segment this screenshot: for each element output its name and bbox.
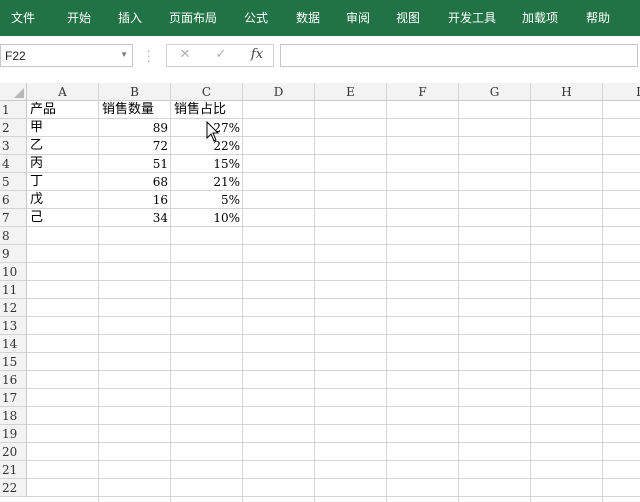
cell-a4[interactable]: 丙 bbox=[27, 155, 99, 173]
row-header-12[interactable]: 12 bbox=[0, 299, 27, 317]
cancel-icon[interactable]: ✕ bbox=[175, 47, 195, 62]
tab-file[interactable]: 文件 bbox=[11, 0, 35, 36]
row-gridline bbox=[27, 460, 640, 461]
cell-c4[interactable]: 15% bbox=[171, 155, 243, 173]
row-gridline bbox=[27, 316, 640, 317]
ribbon-tab-bar: 文件 开始 插入 页面布局 公式 数据 审阅 视图 开发工具 加载项 帮助 bbox=[0, 0, 640, 36]
row-header-10[interactable]: 10 bbox=[0, 263, 27, 281]
column-header-c[interactable]: C bbox=[171, 83, 243, 101]
cell-c1[interactable]: 销售占比 bbox=[171, 101, 243, 119]
tab-home[interactable]: 开始 bbox=[67, 0, 91, 36]
row-gridline bbox=[27, 388, 640, 389]
tab-add-ins[interactable]: 加载项 bbox=[522, 0, 558, 36]
enter-icon[interactable]: ✓ bbox=[211, 47, 231, 62]
formula-buttons: ✕ ✓ fx bbox=[166, 44, 274, 67]
cell-b6[interactable]: 16 bbox=[99, 191, 171, 209]
tab-data[interactable]: 数据 bbox=[296, 0, 320, 36]
row-gridline bbox=[27, 298, 640, 299]
row-gridline bbox=[27, 244, 640, 245]
row-header-16[interactable]: 16 bbox=[0, 371, 27, 389]
row-gridline bbox=[27, 478, 640, 479]
cell-a2[interactable]: 甲 bbox=[27, 119, 99, 137]
cell-c5[interactable]: 21% bbox=[171, 173, 243, 191]
tab-help[interactable]: 帮助 bbox=[586, 0, 610, 36]
row-header-15[interactable]: 15 bbox=[0, 353, 27, 371]
row-gridline bbox=[27, 370, 640, 371]
formula-input[interactable] bbox=[280, 44, 638, 67]
row-gridline bbox=[27, 406, 640, 407]
row-header-18[interactable]: 18 bbox=[0, 407, 27, 425]
row-header-5[interactable]: 5 bbox=[0, 173, 27, 191]
cell-c6[interactable]: 5% bbox=[171, 191, 243, 209]
cell-c7[interactable]: 10% bbox=[171, 209, 243, 227]
row-header-11[interactable]: 11 bbox=[0, 281, 27, 299]
select-all-triangle-icon bbox=[14, 88, 24, 98]
row-header-20[interactable]: 20 bbox=[0, 443, 27, 461]
row-header-1[interactable]: 1 bbox=[0, 101, 27, 119]
cell-b4[interactable]: 51 bbox=[99, 155, 171, 173]
row-header-2[interactable]: 2 bbox=[0, 119, 27, 137]
row-header-13[interactable]: 13 bbox=[0, 317, 27, 335]
row-header-9[interactable]: 9 bbox=[0, 245, 27, 263]
cell-a1[interactable]: 产品 bbox=[27, 101, 99, 119]
formula-bar: F22 ▼ · · · ✕ ✓ fx bbox=[0, 36, 640, 84]
column-header-i[interactable]: I bbox=[603, 83, 640, 101]
tab-review[interactable]: 审阅 bbox=[346, 0, 370, 36]
cell-b1[interactable]: 销售数量 bbox=[99, 101, 171, 119]
column-header-f[interactable]: F bbox=[387, 83, 459, 101]
row-gridline bbox=[27, 352, 640, 353]
row-header-17[interactable]: 17 bbox=[0, 389, 27, 407]
row-gridline bbox=[27, 424, 640, 425]
row-header-7[interactable]: 7 bbox=[0, 209, 27, 227]
chevron-down-icon[interactable]: ▼ bbox=[120, 50, 128, 59]
row-header-21[interactable]: 21 bbox=[0, 461, 27, 479]
row-header-6[interactable]: 6 bbox=[0, 191, 27, 209]
row-header-4[interactable]: 4 bbox=[0, 155, 27, 173]
row-gridline bbox=[27, 334, 640, 335]
tab-formulas[interactable]: 公式 bbox=[244, 0, 268, 36]
column-header-d[interactable]: D bbox=[243, 83, 315, 101]
cell-b2[interactable]: 89 bbox=[99, 119, 171, 137]
select-all-button[interactable] bbox=[0, 83, 27, 101]
cell-a6[interactable]: 戊 bbox=[27, 191, 99, 209]
name-box[interactable]: F22 ▼ bbox=[0, 44, 133, 67]
row-gridline bbox=[27, 496, 640, 497]
mouse-cursor-icon bbox=[206, 120, 220, 147]
cell-b5[interactable]: 68 bbox=[99, 173, 171, 191]
row-gridline bbox=[27, 280, 640, 281]
name-box-value: F22 bbox=[5, 49, 26, 63]
insert-function-icon[interactable]: fx bbox=[247, 47, 267, 62]
column-header-g[interactable]: G bbox=[459, 83, 531, 101]
row-gridline bbox=[27, 262, 640, 263]
row-gridline bbox=[27, 442, 640, 443]
worksheet-grid[interactable]: A B C D E F G H I 1 2 3 4 5 6 7 8 9 10 11 12 13 14 15 16 17 18 19 20… bbox=[0, 83, 640, 502]
cell-a5[interactable]: 丁 bbox=[27, 173, 99, 191]
drag-handle-icon[interactable]: · · · bbox=[147, 46, 151, 67]
column-header-b[interactable]: B bbox=[99, 83, 171, 101]
column-header-a[interactable]: A bbox=[27, 83, 99, 101]
tab-view[interactable]: 视图 bbox=[396, 0, 420, 36]
cell-a7[interactable]: 己 bbox=[27, 209, 99, 227]
cell-b7[interactable]: 34 bbox=[99, 209, 171, 227]
row-header-3[interactable]: 3 bbox=[0, 137, 27, 155]
tab-developer[interactable]: 开发工具 bbox=[448, 0, 496, 36]
cell-a3[interactable]: 乙 bbox=[27, 137, 99, 155]
row-header-22[interactable]: 22 bbox=[0, 479, 27, 497]
row-header-19[interactable]: 19 bbox=[0, 425, 27, 443]
tab-page-layout[interactable]: 页面布局 bbox=[169, 0, 217, 36]
column-header-h[interactable]: H bbox=[531, 83, 603, 101]
tab-insert[interactable]: 插入 bbox=[118, 0, 142, 36]
column-header-e[interactable]: E bbox=[315, 83, 387, 101]
row-header-14[interactable]: 14 bbox=[0, 335, 27, 353]
row-header-8[interactable]: 8 bbox=[0, 227, 27, 245]
cell-b3[interactable]: 72 bbox=[99, 137, 171, 155]
